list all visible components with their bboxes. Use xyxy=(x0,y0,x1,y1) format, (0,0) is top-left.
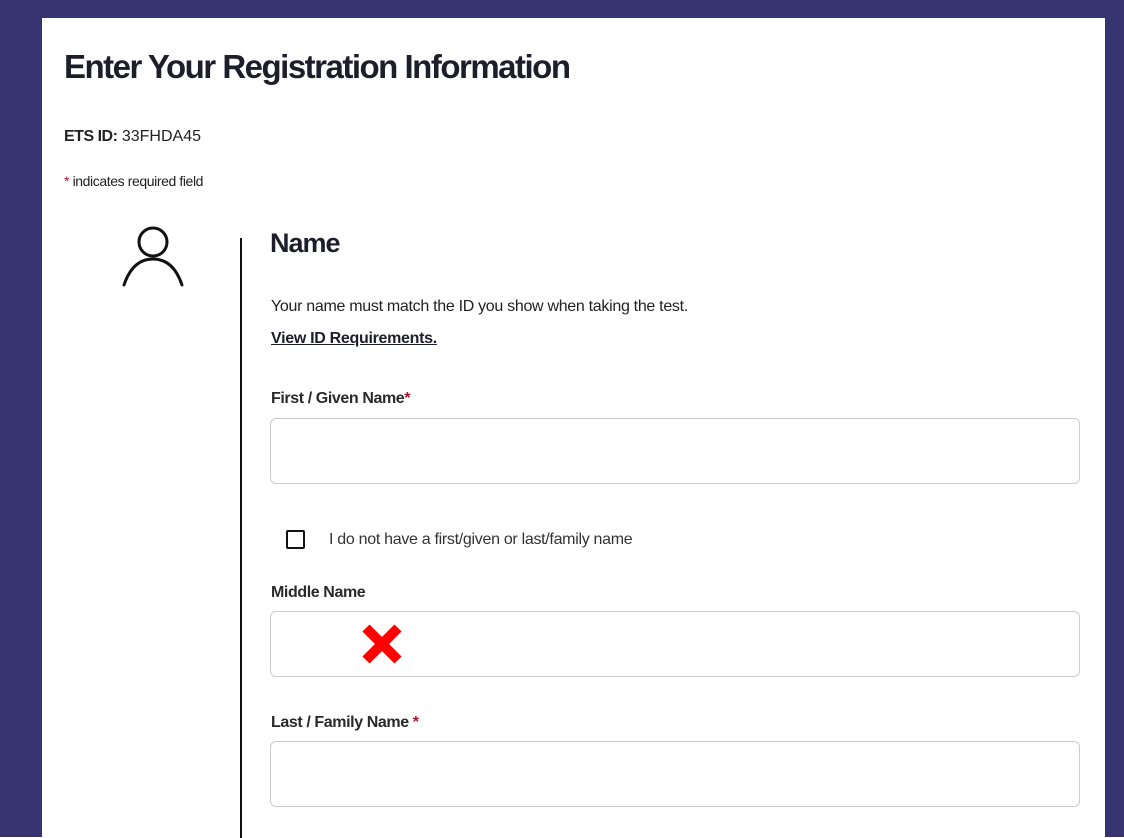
red-x-icon xyxy=(362,624,402,664)
ets-id-value: 33FHDA45 xyxy=(121,128,201,145)
required-asterisk: * xyxy=(64,173,70,189)
page-title: Enter Your Registration Information xyxy=(64,48,571,85)
last-name-input[interactable] xyxy=(270,741,1080,807)
outer-frame: Enter Your Registration Information ETS … xyxy=(0,0,1124,838)
first-name-required-mark: * xyxy=(404,390,411,407)
registration-panel: Enter Your Registration Information ETS … xyxy=(42,18,1105,838)
no-name-checkbox[interactable] xyxy=(286,530,305,549)
ets-id-line: ETS ID: 33FHDA45 xyxy=(64,128,201,146)
last-name-required-mark: * xyxy=(412,714,419,731)
last-name-label: Last / Family Name * xyxy=(271,714,419,732)
first-name-label-text: First / Given Name xyxy=(271,390,405,407)
name-section-title: Name xyxy=(270,228,341,258)
no-name-checkbox-row[interactable]: I do not have a first/given or last/fami… xyxy=(286,530,633,549)
ets-id-label: ETS ID: xyxy=(64,128,118,145)
first-name-label: First / Given Name* xyxy=(271,390,411,408)
required-field-note: * indicates required field xyxy=(64,173,203,189)
first-name-input[interactable] xyxy=(270,418,1080,484)
name-description: Your name must match the ID you show whe… xyxy=(271,298,688,315)
no-name-checkbox-label: I do not have a first/given or last/fami… xyxy=(329,530,633,548)
section-divider xyxy=(240,238,242,838)
required-note-text: indicates required field xyxy=(72,173,204,189)
last-name-label-text: Last / Family Name xyxy=(271,714,409,731)
view-id-requirements-link[interactable]: View ID Requirements. xyxy=(271,330,437,348)
middle-name-label: Middle Name xyxy=(271,584,366,601)
person-icon xyxy=(122,226,184,287)
